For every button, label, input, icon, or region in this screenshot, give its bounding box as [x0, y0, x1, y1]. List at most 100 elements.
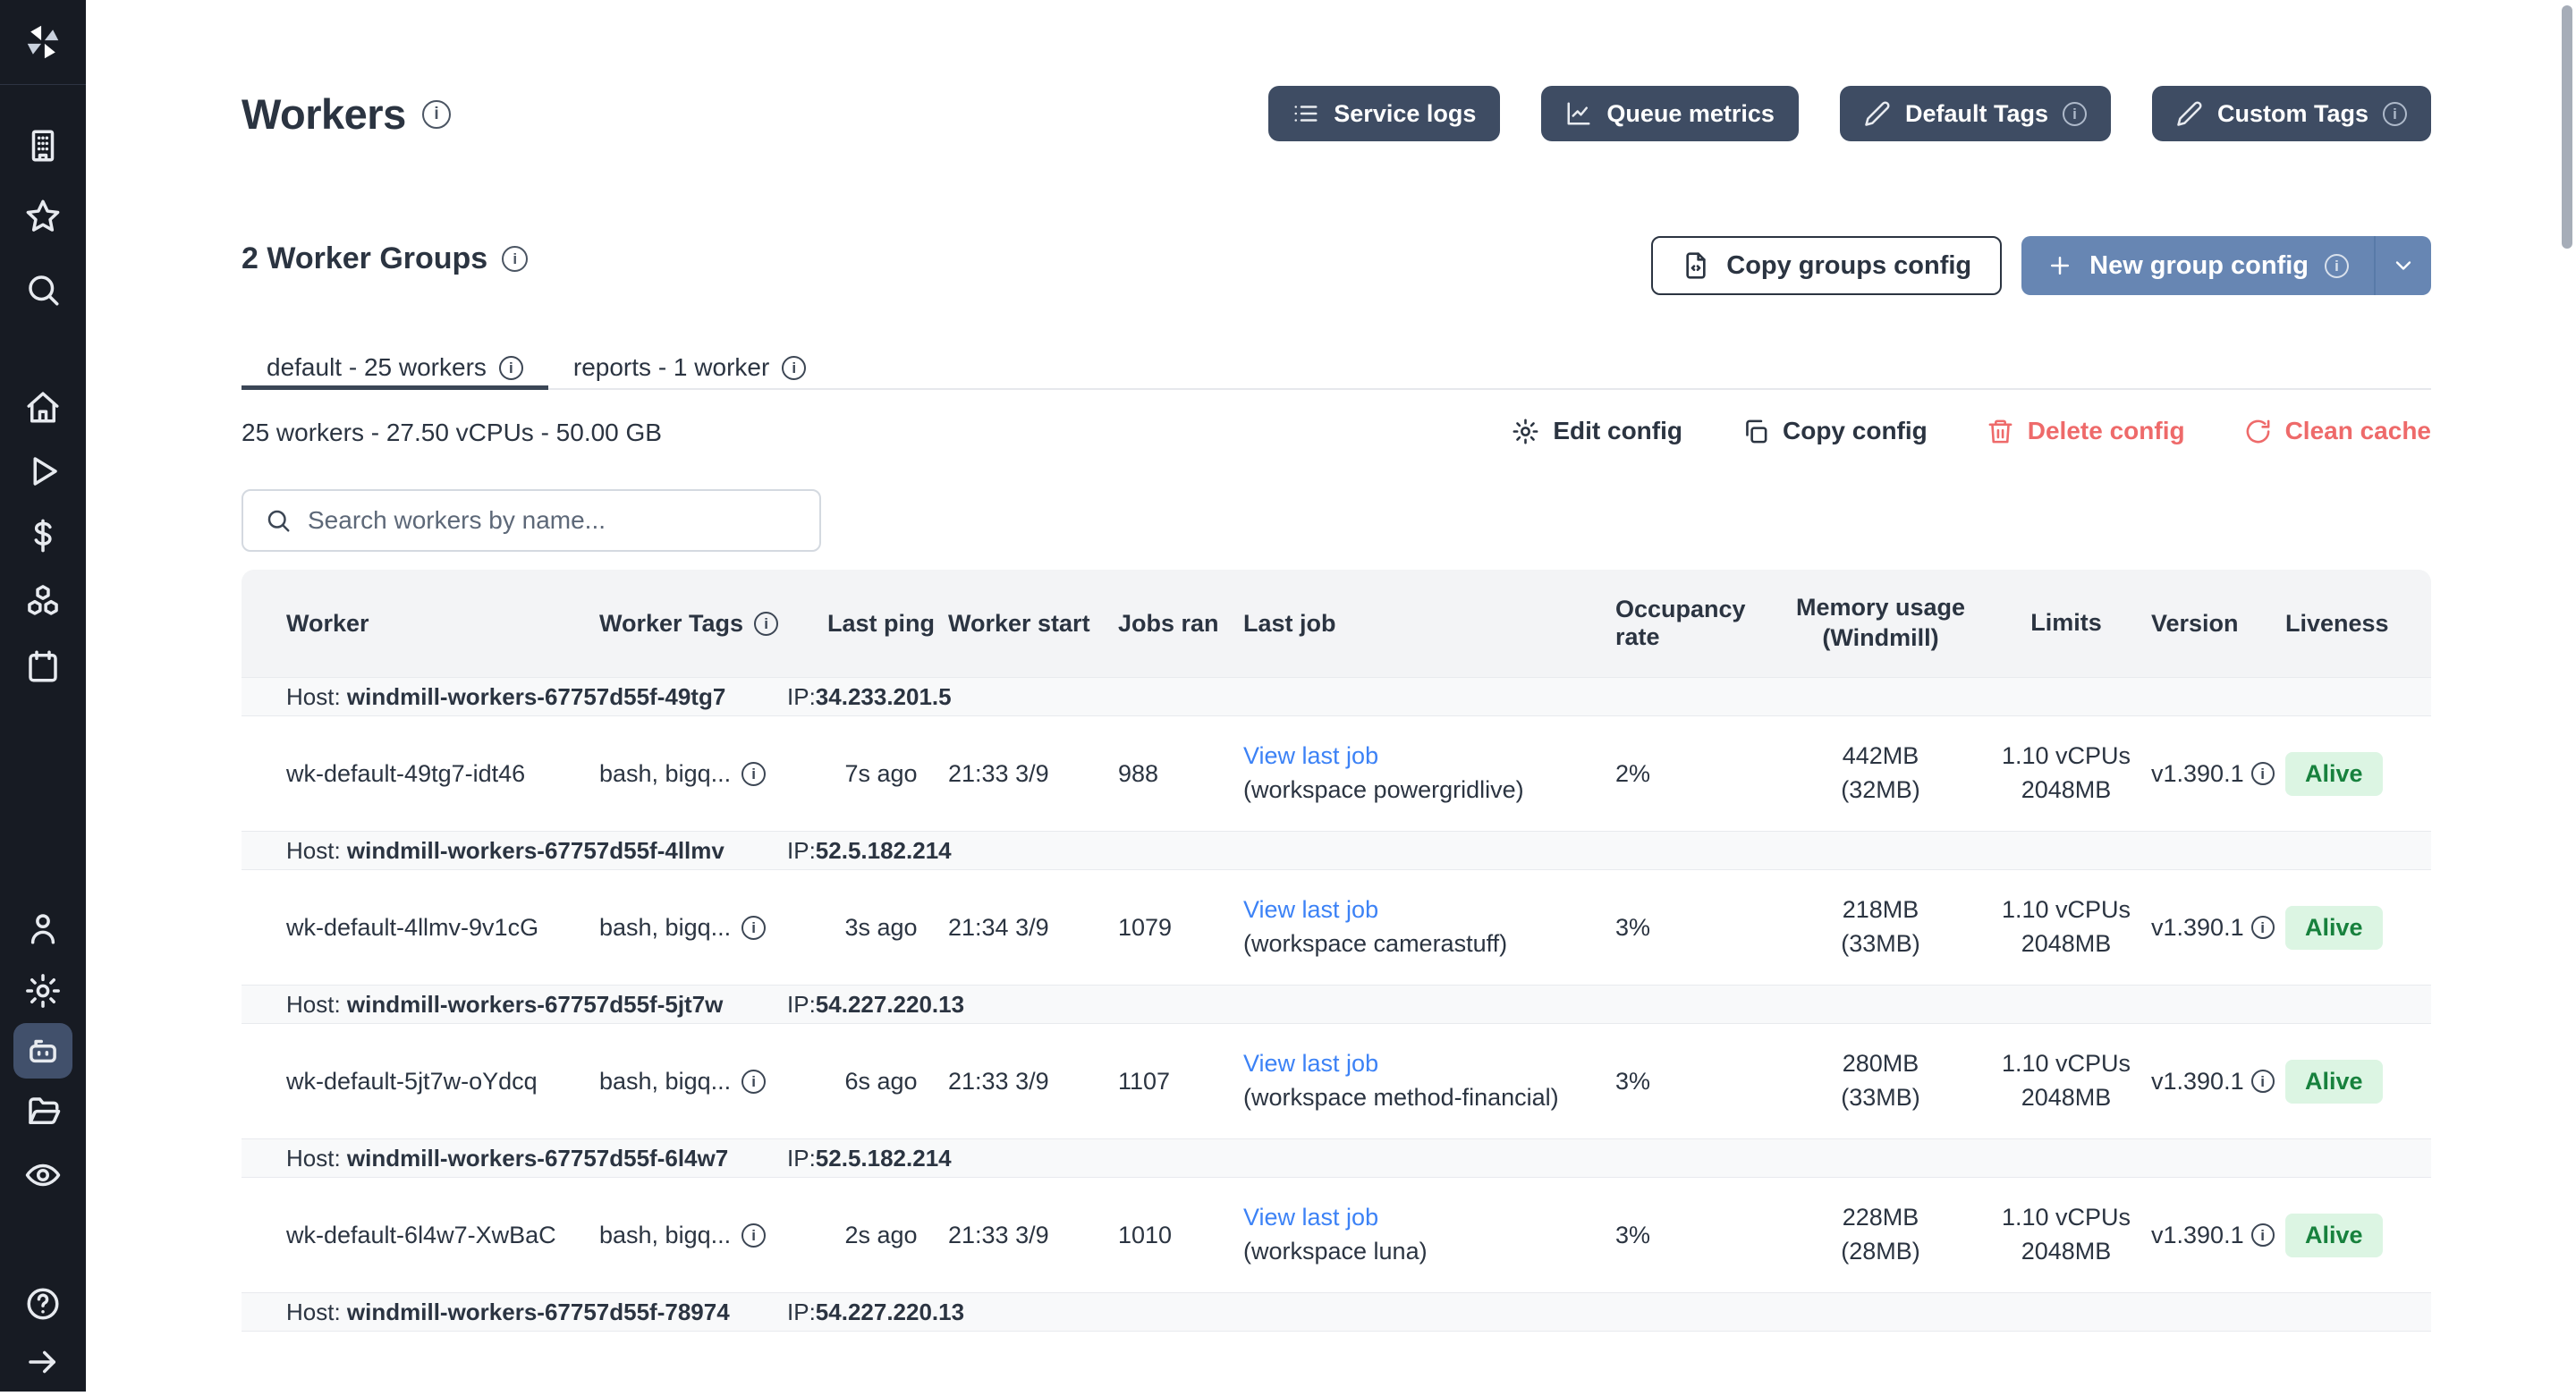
version-info-icon[interactable]: i: [2251, 762, 2275, 785]
jobs-ran: 1107: [1118, 1068, 1243, 1096]
search-icon[interactable]: [24, 271, 62, 309]
expand-arrow-icon[interactable]: [24, 1343, 62, 1381]
search-input[interactable]: [308, 506, 798, 535]
workers-robot-icon[interactable]: [24, 1032, 62, 1070]
host-name: Host: windmill-workers-67757d55f-5jt7w: [286, 991, 787, 1019]
version: v1.390.1 i: [2151, 760, 2285, 788]
usage-dollar-icon[interactable]: [24, 517, 62, 554]
button-info-icon[interactable]: i: [2383, 102, 2407, 126]
list-icon: [1292, 100, 1319, 127]
tab-worker-group-1[interactable]: reports - 1 workeri: [548, 347, 831, 388]
jobs-ran: 1010: [1118, 1222, 1243, 1249]
ip-value: 52.5.182.214: [816, 1145, 952, 1172]
column-info-icon[interactable]: i: [754, 612, 778, 636]
column-header-10: Liveness: [2285, 610, 2422, 638]
limit-cpu: 1.10 vCPUs: [1981, 1201, 2151, 1235]
version: v1.390.1i: [2151, 914, 2285, 942]
worker-tags-info-icon[interactable]: i: [741, 1070, 766, 1094]
memory-usage: 218MB(33MB): [1780, 893, 1981, 961]
runs-play-icon[interactable]: [24, 453, 62, 490]
help-icon[interactable]: [24, 1285, 62, 1323]
folders-icon[interactable]: [24, 1093, 62, 1130]
version-text: v1.390.1: [2151, 760, 2244, 788]
host-value: windmill-workers-67757d55f-6l4w7: [347, 1145, 728, 1172]
resources-boxes-icon[interactable]: [24, 582, 62, 620]
view-last-job-link[interactable]: View last job: [1243, 896, 1378, 923]
clean-cache-button[interactable]: Clean cache: [2244, 417, 2431, 445]
last-job-workspace: (workspace luna): [1243, 1235, 1601, 1269]
workers-info-icon[interactable]: i: [422, 100, 451, 129]
pencil-icon: [1864, 100, 1891, 127]
jobs-ran: 1079: [1118, 914, 1243, 942]
worker-tags-info-icon[interactable]: i: [741, 762, 766, 786]
sidebar: [0, 0, 86, 1392]
building-icon[interactable]: [24, 127, 62, 165]
jobs-ran: 988: [1118, 760, 1243, 788]
worker-tags-info-icon[interactable]: i: [741, 1223, 766, 1248]
worker-groups-heading: 2 Worker Groups i: [242, 241, 528, 276]
limits: 1.10 vCPUs2048MB: [1981, 893, 2151, 961]
worker-search[interactable]: [242, 489, 821, 552]
button-info-icon[interactable]: i: [2063, 102, 2087, 126]
tab-worker-group-0[interactable]: default - 25 workersi: [242, 347, 548, 388]
view-last-job-link[interactable]: View last job: [1243, 742, 1378, 769]
button-label: Default Tags: [1905, 100, 2048, 128]
new-group-config-dropdown[interactable]: [2376, 236, 2431, 295]
column-header-label: Worker start: [948, 610, 1090, 637]
action-label: Clean cache: [2285, 417, 2431, 445]
refresh-icon: [2244, 418, 2272, 445]
default-tags-button[interactable]: Default Tags i: [1840, 86, 2111, 141]
worker-groups-info-icon[interactable]: i: [502, 246, 528, 272]
version-text: v1.390.1: [2151, 1222, 2244, 1249]
settings-gear-icon[interactable]: [24, 972, 62, 1010]
worker-tags-info-icon[interactable]: i: [741, 916, 766, 940]
button-label: Service logs: [1334, 100, 1476, 128]
tab-info-icon[interactable]: i: [499, 356, 523, 380]
view-last-job-link[interactable]: View last job: [1243, 1050, 1378, 1077]
last-job-workspace: (workspace powergridlive): [1243, 774, 1601, 808]
last-job-workspace: (workspace method-financial): [1243, 1081, 1601, 1115]
version-info-icon[interactable]: i: [2251, 1223, 2275, 1247]
memory-total: 228MB: [1780, 1201, 1981, 1235]
new-group-config-info-icon[interactable]: i: [2325, 254, 2349, 278]
worker-row-3-0: wk-default-6l4w7-XwBaCbash, bigq...i2s a…: [242, 1178, 2431, 1292]
limit-memory: 2048MB: [1981, 927, 2151, 961]
tab-info-icon[interactable]: i: [782, 356, 806, 380]
audit-eye-icon[interactable]: [24, 1156, 62, 1194]
schedules-calendar-icon[interactable]: [24, 647, 62, 685]
user-icon[interactable]: [24, 910, 62, 947]
host-ip: IP:52.5.182.214: [787, 837, 952, 865]
favorites-star-icon[interactable]: [24, 198, 62, 235]
config-actions: Edit config Copy config Delete config Clean…: [1512, 417, 2431, 445]
alive-badge: Alive: [2285, 1060, 2383, 1104]
liveness: Alive: [2285, 1060, 2422, 1104]
edit-config-button[interactable]: Edit config: [1512, 417, 1682, 445]
column-header-line2: (Windmill): [1780, 623, 1981, 654]
memory-windmill: (33MB): [1780, 927, 1981, 961]
host-row-1: Host: windmill-workers-67757d55f-4llmvIP…: [242, 831, 2431, 870]
worker-tags: bash, bigq...i: [599, 1222, 814, 1249]
copy-icon: [1741, 418, 1769, 445]
home-icon[interactable]: [24, 388, 62, 426]
new-group-config-button[interactable]: New group config i: [2021, 236, 2431, 295]
copy-config-button[interactable]: Copy config: [1741, 417, 1928, 445]
host-label: Host:: [286, 991, 347, 1018]
copy-groups-config-button[interactable]: Copy groups config: [1651, 236, 2002, 295]
delete-config-button[interactable]: Delete config: [1987, 417, 2185, 445]
button-label: Custom Tags: [2217, 100, 2368, 128]
new-group-config-main[interactable]: New group config i: [2021, 236, 2374, 295]
windmill-logo[interactable]: [0, 0, 86, 85]
memory-usage: 280MB(33MB): [1780, 1047, 1981, 1115]
service-logs-button[interactable]: Service logs: [1268, 86, 1500, 141]
version-info-icon[interactable]: i: [2251, 916, 2275, 939]
table-bottom-partial-row: [242, 1332, 2431, 1396]
worker-tags: bash, bigq...i: [599, 914, 814, 942]
search-icon: [265, 507, 292, 534]
scrollbar-thumb[interactable]: [2562, 5, 2572, 249]
version-info-icon[interactable]: i: [2251, 1070, 2275, 1093]
limit-cpu: 1.10 vCPUs: [1981, 740, 2151, 774]
queue-metrics-button[interactable]: Queue metrics: [1541, 86, 1799, 141]
custom-tags-button[interactable]: Custom Tags i: [2152, 86, 2431, 141]
column-header-label: Worker: [286, 610, 369, 637]
view-last-job-link[interactable]: View last job: [1243, 1204, 1378, 1231]
